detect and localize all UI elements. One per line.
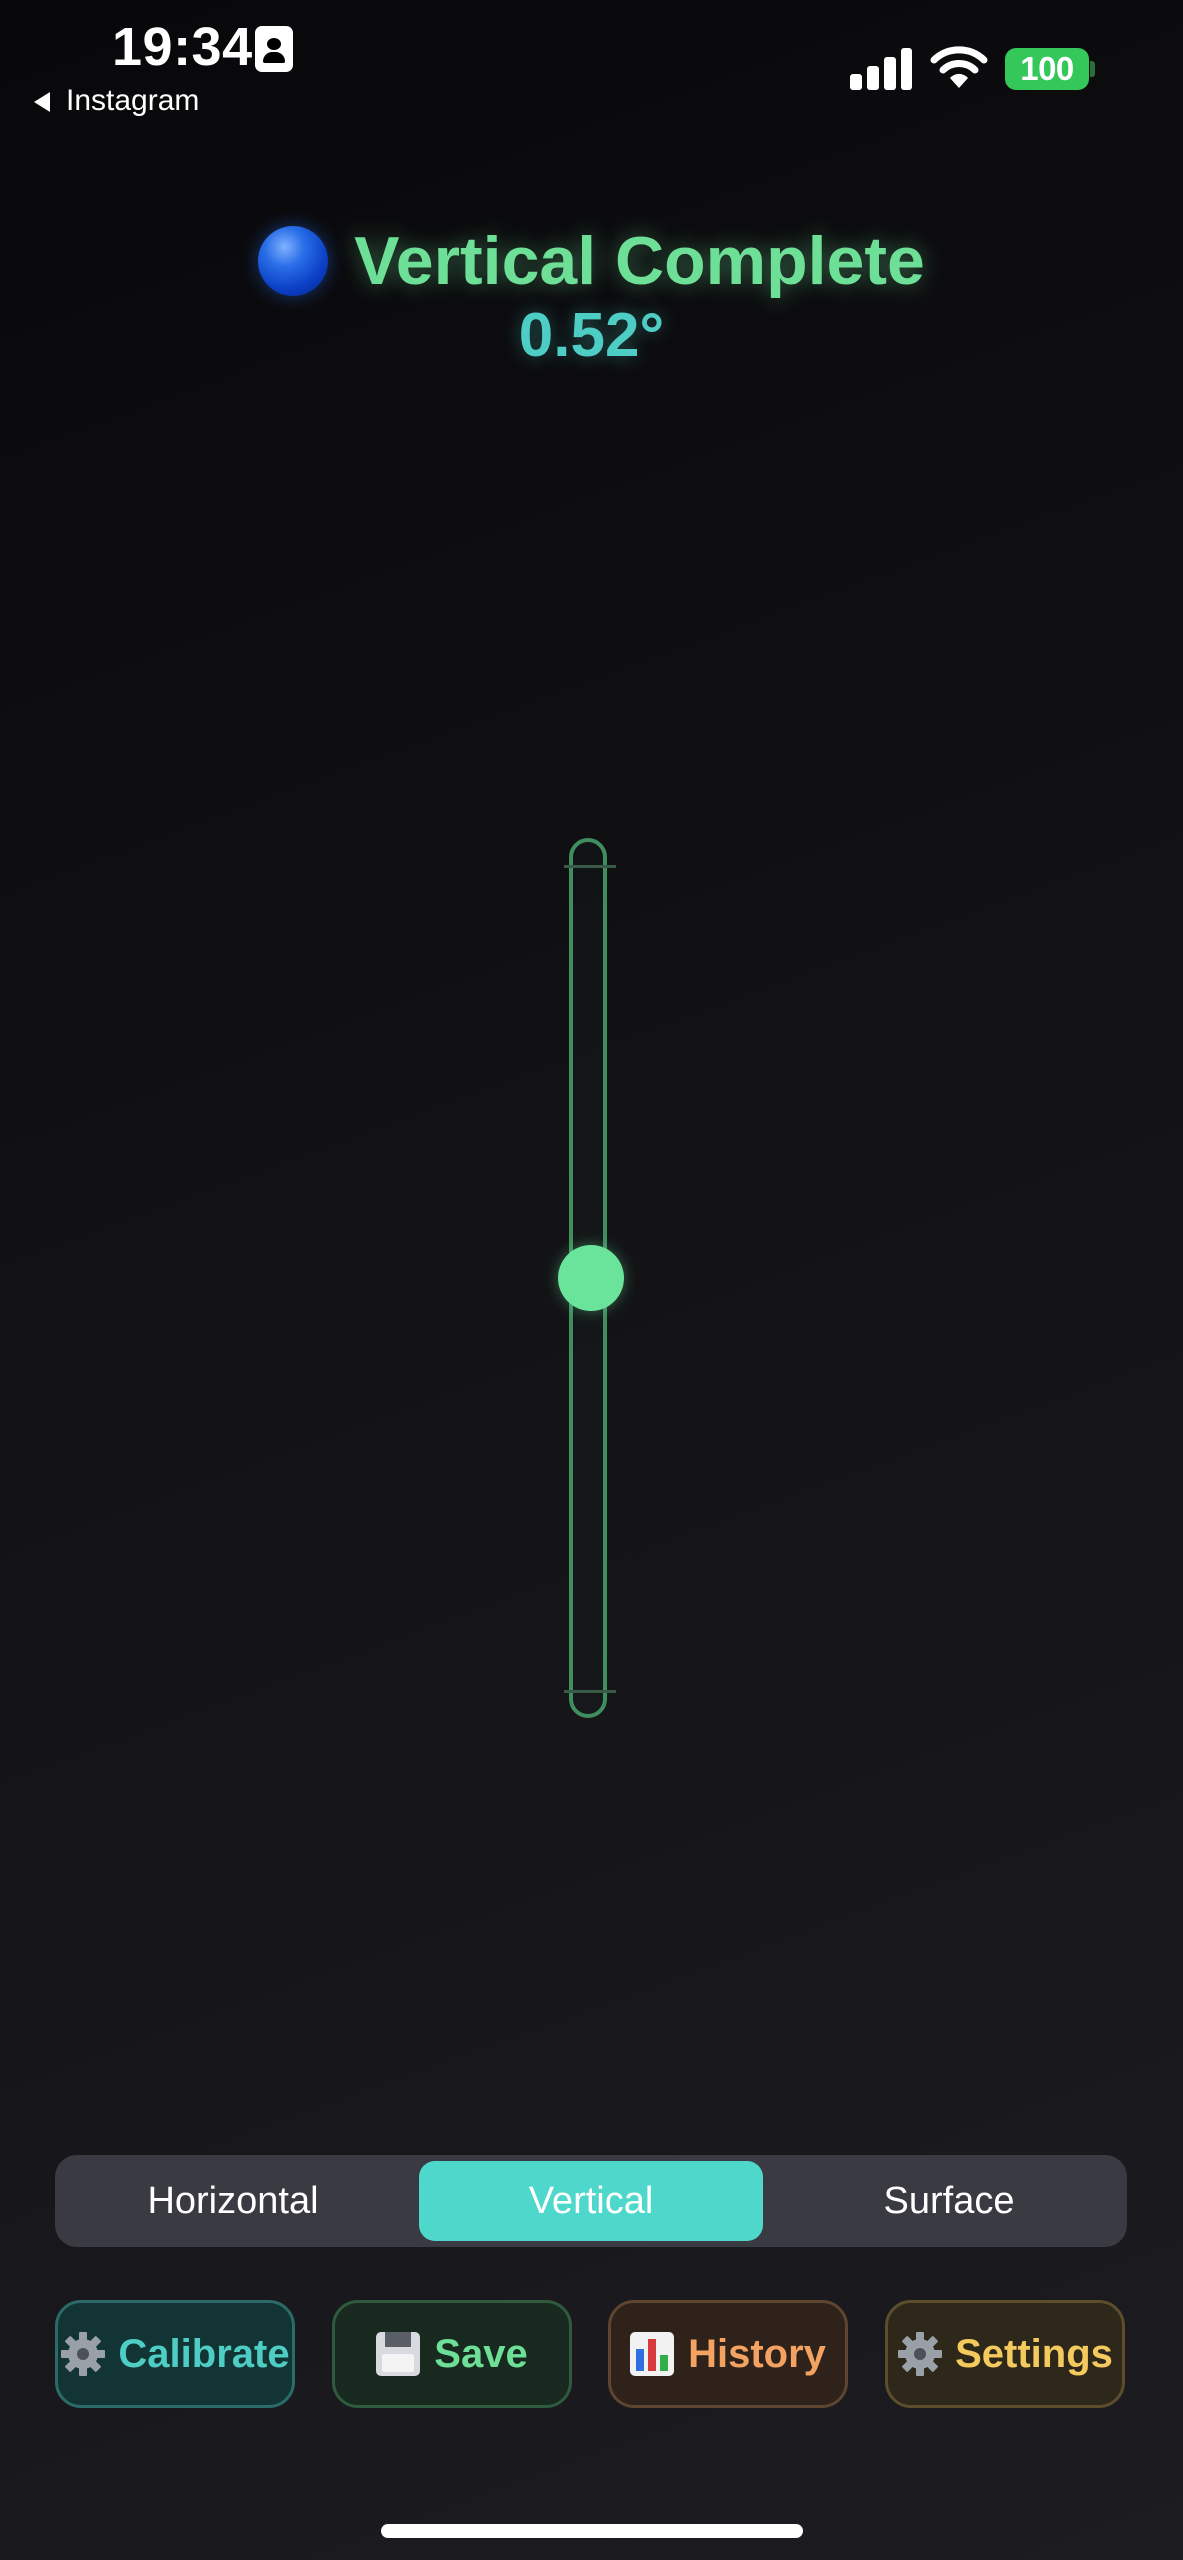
home-indicator[interactable] [381,2524,803,2538]
bar-chart-icon [630,2332,675,2376]
battery-icon: 100 [1005,48,1089,90]
status-header: Vertical Complete [0,222,1183,300]
settings-button[interactable]: Settings [885,2300,1125,2408]
wifi-icon [930,46,988,88]
page-title: Vertical Complete [354,223,925,299]
tube-bottom-tick [564,1690,616,1693]
status-time: 19:34 [112,17,253,77]
tab-vertical[interactable]: Vertical [419,2161,763,2241]
settings-label: Settings [955,2331,1113,2376]
gear-icon [898,2332,943,2376]
back-arrow-icon[interactable] [34,92,50,112]
id-badge-icon [255,26,293,72]
tube-top-tick [564,865,616,868]
tab-horizontal[interactable]: Horizontal [61,2161,405,2241]
history-label: History [688,2331,826,2376]
battery-level: 100 [1020,50,1074,87]
mode-segmented-control: Horizontal Vertical Surface [55,2155,1127,2247]
calibrate-button[interactable]: Calibrate [55,2300,295,2408]
blue-circle-icon [258,226,329,296]
save-button[interactable]: Save [332,2300,572,2408]
history-button[interactable]: History [608,2300,848,2408]
floppy-disk-icon [376,2332,421,2376]
back-to-app-link[interactable]: Instagram [66,84,199,118]
level-bubble [558,1245,624,1311]
save-label: Save [434,2331,528,2376]
battery-cap [1090,61,1095,77]
gear-icon [61,2332,106,2376]
signal-icon [850,46,912,90]
tab-surface[interactable]: Surface [777,2161,1121,2241]
angle-readout: 0.52° [518,301,665,370]
calibrate-label: Calibrate [118,2331,290,2376]
